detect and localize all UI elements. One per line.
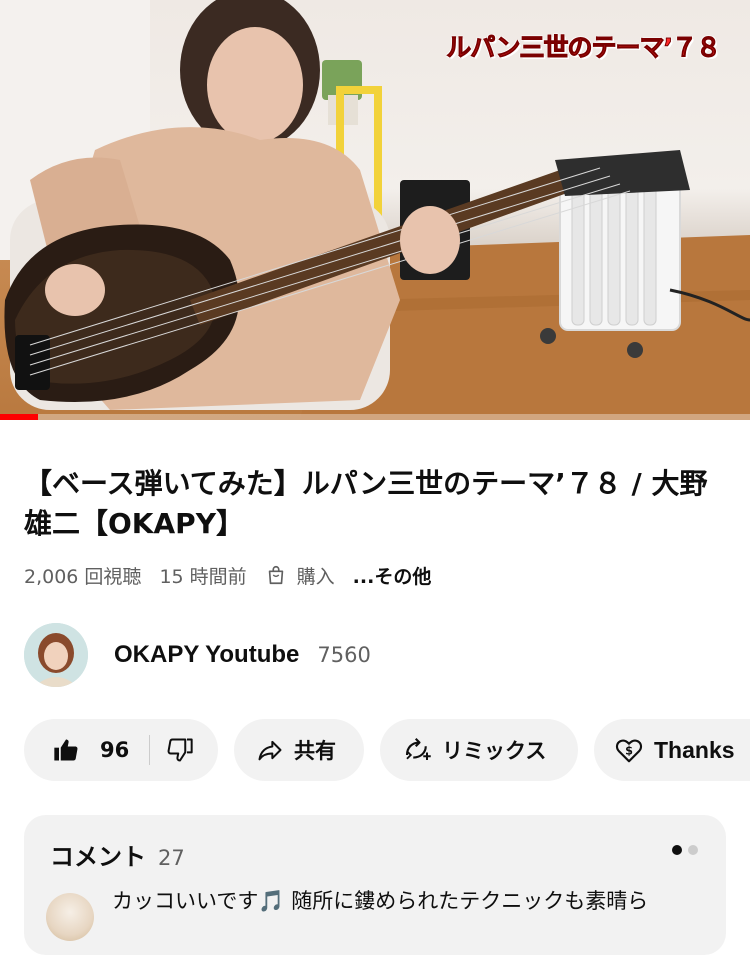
pager-dot xyxy=(688,845,698,855)
heart-dollar-icon: $ xyxy=(615,739,643,763)
commenter-avatar[interactable] xyxy=(46,893,94,941)
thumbs-up-icon xyxy=(54,739,78,761)
avatar-image xyxy=(24,623,88,687)
video-player[interactable]: ルパン三世のテーマ’７８ xyxy=(0,0,750,420)
video-overlay-title: ルパン三世のテーマ’７８ xyxy=(446,33,722,63)
svg-text:$: $ xyxy=(625,744,633,757)
upload-age: 15 時間前 xyxy=(159,565,247,588)
share-label: 共有 xyxy=(294,739,336,763)
like-dislike-chip: 96 xyxy=(24,719,218,781)
channel-avatar[interactable] xyxy=(24,623,88,687)
comment-text: カッコいいです🎵 随所に鏤められたテクニックも素晴ら xyxy=(112,889,649,913)
like-divider xyxy=(149,735,151,765)
remix-button[interactable]: リミックス xyxy=(380,719,578,781)
channel-row[interactable]: OKAPY Youtube 7560 xyxy=(24,622,371,688)
remix-label: リミックス xyxy=(442,739,547,763)
buy-label: 購入 xyxy=(296,565,335,588)
comments-count: 27 xyxy=(158,846,185,870)
like-count: 96 xyxy=(100,738,130,762)
thumbs-down-icon xyxy=(167,738,193,762)
video-title[interactable]: 【ベース弾いてみた】ルパン三世のテーマ’７８ / 大野雄二【OKAPY】 xyxy=(24,464,724,544)
dislike-button[interactable] xyxy=(166,736,194,764)
shopping-bag-icon xyxy=(268,565,283,585)
like-button[interactable]: 96 xyxy=(52,736,129,764)
channel-name[interactable]: OKAPY Youtube xyxy=(114,641,299,669)
share-button[interactable]: 共有 xyxy=(234,719,364,781)
comments-header: コメント 27 xyxy=(50,837,185,872)
pager-dots xyxy=(666,845,698,855)
share-arrow-icon xyxy=(258,740,282,761)
comments-card[interactable]: コメント 27 カッコいいです🎵 随所に鏤められたテクニックも素晴ら xyxy=(24,815,726,955)
more-link[interactable]: ...その他 xyxy=(353,562,432,589)
view-count: 2,006 回視聴 xyxy=(24,565,142,588)
subscriber-count: 7560 xyxy=(317,643,371,667)
pager-dot-active xyxy=(672,845,682,855)
thanks-button[interactable]: $ Thanks xyxy=(594,719,750,781)
remix-icon xyxy=(405,737,431,760)
video-meta-row[interactable]: 2,006 回視聴 15 時間前 購入 ...その他 xyxy=(24,558,431,592)
thanks-label: Thanks xyxy=(654,736,735,763)
comments-label: コメント xyxy=(50,843,146,871)
